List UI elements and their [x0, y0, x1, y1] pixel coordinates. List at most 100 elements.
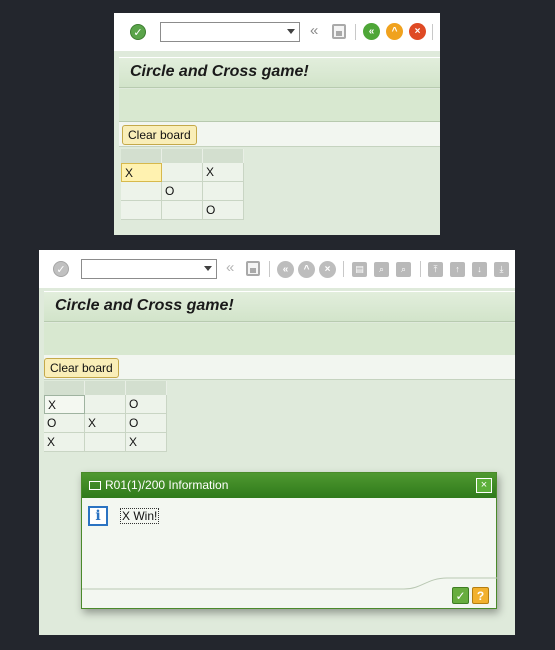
board-grid: X O O X O X X — [44, 381, 167, 452]
footer-curve — [82, 577, 498, 590]
page-title: Circle and Cross game! — [55, 297, 234, 314]
confirm-button[interactable]: ✓ — [452, 587, 469, 604]
enter-button[interactable]: ✓ — [130, 24, 146, 40]
board-cell[interactable] — [85, 433, 126, 452]
chevron-down-icon[interactable] — [287, 29, 295, 34]
print-icon: ▤ — [352, 262, 367, 277]
title-bar: Circle and Cross game! — [119, 57, 440, 88]
board-cell[interactable]: X — [126, 433, 167, 452]
first-page-button[interactable]: ⤒ — [428, 262, 443, 277]
chevron-down-icon[interactable] — [204, 266, 212, 271]
board-cell[interactable]: X — [85, 414, 126, 433]
last-page-button[interactable]: ⤓ — [494, 262, 509, 277]
board-row: X X — [121, 163, 244, 182]
separator — [343, 261, 344, 277]
button-row: Clear board — [44, 355, 515, 380]
close-icon: × — [480, 479, 488, 491]
green-back-icon: « — [363, 23, 380, 40]
enter-button[interactable]: ✓ — [53, 261, 69, 277]
board-cell[interactable] — [121, 201, 162, 220]
game-window-1: ✓ « « ^ × Circle and Cross game! Clear b… — [114, 13, 440, 235]
find-next-button[interactable]: ⌕ — [396, 262, 411, 277]
find-next-icon: ⌕ — [396, 262, 411, 277]
board-cell[interactable]: X — [203, 163, 244, 182]
command-field[interactable] — [160, 22, 300, 42]
find-button[interactable]: ⌕ — [374, 262, 389, 277]
board-row: X X — [44, 433, 167, 452]
exit-button[interactable]: ^ — [386, 23, 403, 40]
separator — [269, 261, 270, 277]
board-cell[interactable] — [121, 182, 162, 201]
toolbar: ✓ « « ^ × ▤ ⌕ ⌕ ⤒ ↑ ↓ ⤓ — [39, 250, 515, 288]
board-cell[interactable]: O — [44, 414, 85, 433]
dialog-title: R01(1)/200 Information — [105, 478, 229, 492]
board-cell[interactable]: O — [203, 201, 244, 220]
separator — [355, 24, 356, 40]
board-cell[interactable] — [162, 163, 203, 182]
command-field[interactable] — [81, 259, 217, 279]
collapse-icon[interactable]: « — [310, 22, 318, 39]
save-button[interactable] — [332, 24, 346, 39]
help-icon: ? — [476, 589, 485, 603]
back-button[interactable]: « — [363, 23, 380, 40]
save-icon — [246, 261, 260, 276]
application-toolbar — [44, 323, 515, 356]
application-toolbar — [119, 89, 440, 122]
toolbar: ✓ « « ^ × — [114, 13, 440, 51]
dialog-message: X Win! — [120, 508, 160, 524]
dialog-footer: ✓ ? — [82, 577, 498, 608]
board-cell[interactable]: O — [162, 182, 203, 201]
close-button[interactable]: × — [476, 478, 492, 493]
save-icon — [332, 24, 346, 39]
orange-exit-icon: ^ — [386, 23, 403, 40]
cancel-icon: × — [319, 261, 336, 278]
page-title: Circle and Cross game! — [130, 63, 309, 80]
exit-icon: ^ — [298, 261, 315, 278]
board-row: O — [121, 182, 244, 201]
info-icon: i — [88, 506, 108, 526]
board-cell[interactable] — [203, 182, 244, 201]
check-icon: ✓ — [455, 589, 466, 603]
check-circle-icon: ✓ — [130, 24, 146, 40]
previous-page-button[interactable]: ↑ — [450, 262, 465, 277]
separator — [432, 24, 433, 40]
grid-header — [44, 381, 167, 395]
print-button[interactable]: ▤ — [352, 262, 367, 277]
board-row: X O — [44, 395, 167, 414]
board-row: O X O — [44, 414, 167, 433]
board-cell[interactable]: X — [44, 433, 85, 452]
window-icon — [89, 481, 101, 490]
title-bar: Circle and Cross game! — [44, 291, 515, 322]
check-circle-icon: ✓ — [53, 261, 69, 277]
first-page-icon: ⤒ — [428, 262, 443, 277]
board-cell[interactable]: X — [44, 395, 85, 414]
grid-header — [121, 149, 244, 163]
button-row: Clear board — [119, 122, 440, 147]
clear-board-button[interactable]: Clear board — [122, 125, 197, 145]
cancel-button[interactable]: × — [409, 23, 426, 40]
board-cell[interactable] — [162, 201, 203, 220]
save-button[interactable] — [246, 261, 260, 276]
last-page-icon: ⤓ — [494, 262, 509, 277]
back-icon: « — [277, 261, 294, 278]
next-page-icon: ↓ — [472, 262, 487, 277]
collapse-icon[interactable]: « — [226, 259, 234, 276]
back-button[interactable]: « — [277, 261, 294, 278]
board-cell[interactable]: X — [121, 163, 162, 182]
clear-board-button[interactable]: Clear board — [44, 358, 119, 378]
help-button[interactable]: ? — [472, 587, 489, 604]
board-row: O — [121, 201, 244, 220]
previous-page-icon: ↑ — [450, 262, 465, 277]
red-cancel-icon: × — [409, 23, 426, 40]
cancel-button[interactable]: × — [319, 261, 336, 278]
information-dialog: R01(1)/200 Information × i X Win! ✓ ? — [81, 472, 498, 609]
exit-button[interactable]: ^ — [298, 261, 315, 278]
find-icon: ⌕ — [374, 262, 389, 277]
board-cell[interactable]: O — [126, 414, 167, 433]
separator — [420, 261, 421, 277]
board-cell[interactable]: O — [126, 395, 167, 414]
board-grid: X X O O — [121, 149, 244, 220]
dialog-title-bar: R01(1)/200 Information × — [82, 473, 496, 498]
board-cell[interactable] — [85, 395, 126, 414]
next-page-button[interactable]: ↓ — [472, 262, 487, 277]
